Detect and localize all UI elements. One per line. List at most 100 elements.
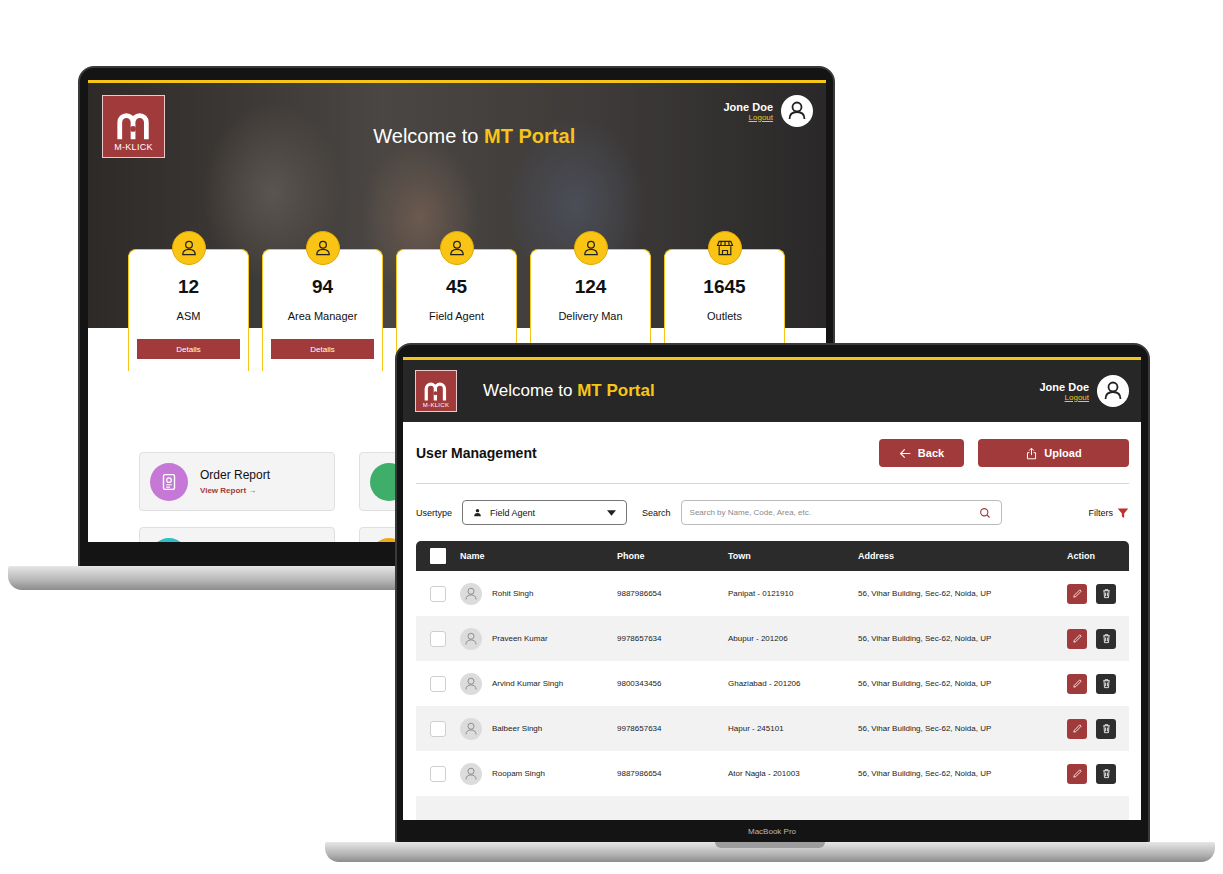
- column-header: Action: [1067, 551, 1129, 561]
- logout-link[interactable]: Logout: [1065, 393, 1089, 402]
- trash-icon: [1101, 588, 1112, 599]
- trash-icon: [1101, 723, 1112, 734]
- delete-button[interactable]: [1096, 764, 1116, 784]
- stat-count: 124: [575, 276, 607, 298]
- header-bar: M-KLICKWelcome toMT PortalJone DoeLogout: [403, 360, 1141, 422]
- delete-button[interactable]: [1096, 584, 1116, 604]
- report-card[interactable]: [139, 527, 335, 542]
- row-checkbox[interactable]: [430, 586, 446, 602]
- table-row[interactable]: Balbeer Singh 9978657634Hapur - 24510156,…: [416, 706, 1129, 751]
- pencil-icon: [1072, 633, 1083, 644]
- table-row[interactable]: Rohit Singh9887986654Panipat - 012191056…: [416, 571, 1129, 616]
- user-avatar-icon: [460, 673, 482, 695]
- stat-card: 12ASMDetails: [128, 231, 249, 371]
- usertype-label: Usertype: [416, 508, 452, 518]
- filters-button[interactable]: Filters: [1089, 507, 1130, 519]
- column-header: Phone: [617, 551, 728, 561]
- upload-icon: [1025, 447, 1038, 460]
- store-icon: [715, 238, 735, 258]
- delete-button[interactable]: [1096, 674, 1116, 694]
- user-avatar-icon: [460, 718, 482, 740]
- table-header: NamePhoneTownAddressAction: [416, 541, 1129, 571]
- address-cell: 56, Vihar Building, Sec-62, Noida, UP: [858, 634, 1067, 643]
- hero-top: M-KLICK Welcome toMT Portal Jone DoeLogout: [88, 83, 826, 158]
- row-checkbox[interactable]: [430, 721, 446, 737]
- user-name-cell: Roopam Singh: [492, 769, 545, 778]
- logo-mark-icon: [115, 112, 153, 142]
- stat-icon-badge: [574, 231, 608, 265]
- trash-icon: [1101, 768, 1112, 779]
- select-all-checkbox[interactable]: [430, 548, 446, 564]
- edit-button[interactable]: [1067, 584, 1087, 604]
- upload-button[interactable]: Upload: [978, 439, 1129, 467]
- stat-body: 12ASMDetails: [128, 249, 249, 371]
- address-cell: 56, Vihar Building, Sec-62, Noida, UP: [858, 724, 1067, 733]
- mockup-canvas: M-KLICK Welcome toMT Portal Jone DoeLogout…: [0, 0, 1223, 874]
- edit-button[interactable]: [1067, 719, 1087, 739]
- logo-mark-icon: [423, 382, 449, 402]
- usertype-dropdown[interactable]: Field Agent: [462, 500, 627, 525]
- user-avatar-icon: [1097, 375, 1129, 407]
- row-checkbox[interactable]: [430, 766, 446, 782]
- address-cell: 56, Vihar Building, Sec-62, Noida, UP: [858, 589, 1067, 598]
- logo-text: M-KLICK: [114, 142, 153, 153]
- table-row[interactable]: [416, 796, 1129, 820]
- front-laptop-base: [325, 842, 1215, 862]
- phone-cell: 9978657634: [617, 634, 728, 643]
- stat-label: Area Manager: [288, 310, 358, 322]
- phone-cell: 9978657634: [617, 724, 728, 733]
- edit-button[interactable]: [1067, 764, 1087, 784]
- row-checkbox[interactable]: [430, 631, 446, 647]
- details-button[interactable]: Details: [271, 339, 374, 359]
- pencil-icon: [1072, 723, 1083, 734]
- logout-link[interactable]: Logout: [749, 113, 773, 122]
- row-checkbox[interactable]: [430, 676, 446, 692]
- button-label: Upload: [1044, 447, 1081, 459]
- stat-icon-badge: [708, 231, 742, 265]
- report-document-icon: [158, 471, 180, 493]
- stat-label: ASM: [177, 310, 201, 322]
- table-row[interactable]: Praveen Kumar9978657634Abupur - 20120656…: [416, 616, 1129, 661]
- edit-button[interactable]: [1067, 674, 1087, 694]
- user-avatar-icon: [460, 583, 482, 605]
- logo-text: M-KLICK: [423, 402, 449, 409]
- logo[interactable]: M-KLICK: [102, 95, 165, 158]
- table-row[interactable]: Roopam Singh9887986654Ator Nagla - 20100…: [416, 751, 1129, 796]
- report-title: Order Report: [200, 468, 270, 482]
- details-button[interactable]: Details: [137, 339, 240, 359]
- town-cell: Ator Nagla - 201003: [728, 769, 858, 778]
- phone-cell: 9800343456: [617, 679, 728, 688]
- town-cell: Abupur - 201206: [728, 634, 858, 643]
- welcome-title: Welcome toMT Portal: [373, 125, 575, 148]
- stat-label: Outlets: [707, 310, 742, 322]
- arrow-left-icon: [899, 447, 912, 460]
- person-icon: [179, 238, 199, 258]
- user-avatar-icon: [781, 95, 813, 127]
- user-menu[interactable]: Jone DoeLogout: [723, 95, 813, 127]
- title-row: User Management Back Upload: [416, 439, 1129, 467]
- delete-button[interactable]: [1096, 629, 1116, 649]
- logo[interactable]: M-KLICK: [415, 370, 457, 412]
- search-input[interactable]: [688, 507, 979, 518]
- pencil-icon: [1072, 678, 1083, 689]
- user-table: NamePhoneTownAddressActionRohit Singh988…: [416, 541, 1129, 820]
- usertype-value: Field Agent: [490, 508, 607, 518]
- trash-icon: [1101, 633, 1112, 644]
- edit-button[interactable]: [1067, 629, 1087, 649]
- user-name-cell: Balbeer Singh: [492, 724, 542, 733]
- view-report-link[interactable]: View Report →: [200, 486, 270, 495]
- search-icon: [979, 507, 991, 519]
- search-field[interactable]: [681, 500, 1002, 525]
- stat-icon-badge: [172, 231, 206, 265]
- user-name-cell: Rohit Singh: [492, 589, 533, 598]
- user-menu[interactable]: Jone DoeLogout: [1039, 375, 1129, 407]
- back-button[interactable]: Back: [879, 439, 964, 467]
- table-row[interactable]: Arvind Kumar Singh9800343456Ghaziabad - …: [416, 661, 1129, 706]
- town-cell: Ghaziabad - 201206: [728, 679, 858, 688]
- page-title: User Management: [416, 445, 537, 461]
- filter-row: UsertypeField AgentSearchFilters: [416, 499, 1129, 526]
- delete-button[interactable]: [1096, 719, 1116, 739]
- town-cell: Hapur - 245101: [728, 724, 858, 733]
- report-card[interactable]: Order Report View Report →: [139, 452, 335, 511]
- column-header: Address: [858, 551, 1067, 561]
